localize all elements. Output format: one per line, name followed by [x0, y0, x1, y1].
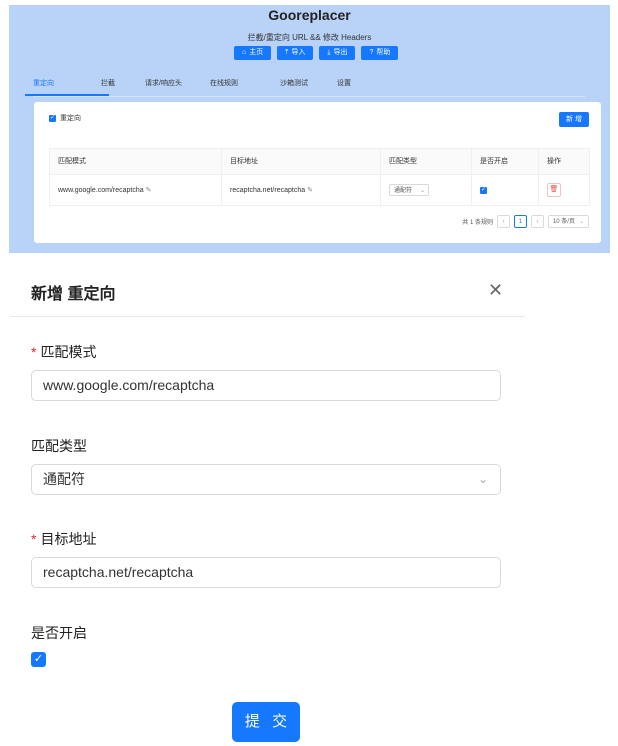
chevron-down-icon: ⌄: [419, 188, 425, 194]
trash-icon: 🗑: [549, 186, 559, 193]
next-page-button[interactable]: ›: [530, 215, 544, 228]
page-size-select[interactable]: 10 条/页 ⌄: [547, 215, 589, 228]
home-icon: ⌂: [242, 49, 247, 56]
app-subtitle: 拦截/重定向 URL && 修改 Headers: [247, 33, 372, 42]
export-button[interactable]: ⤓ 导出: [319, 46, 356, 60]
help-button[interactable]: ? 帮助: [361, 46, 399, 60]
row-target-text: recaptcha.net/recaptcha: [230, 186, 306, 194]
target-label-text: 目标地址: [40, 531, 97, 547]
modal-divider: [10, 316, 525, 317]
export-button-label: 导出: [333, 49, 348, 56]
download-icon: ⤓: [327, 49, 331, 56]
upload-icon: ⤒: [285, 49, 289, 56]
tab-online-rules[interactable]: 在线规则: [210, 78, 280, 96]
chevron-down-icon: ⌄: [477, 472, 488, 486]
target-input[interactable]: recaptcha.net/recaptcha: [31, 557, 501, 588]
table-header: 匹配模式 目标地址 匹配类型 是否开启 操作: [50, 149, 589, 175]
header-pattern: 匹配模式: [50, 149, 222, 174]
pattern-input[interactable]: www.google.com/recaptcha: [31, 370, 501, 401]
edit-icon[interactable]: ✎: [307, 186, 313, 194]
tab-headers[interactable]: 请求/响应头: [145, 78, 210, 96]
nav-buttons: ⌂ 主页 ⤒ 导入 ⤓ 导出 ? 帮助: [234, 46, 399, 60]
rules-card: ✓ 重定向 新 增 匹配模式 目标地址 匹配类型 是否开启 操作 www.goo…: [34, 102, 601, 243]
prev-page-button[interactable]: ‹: [496, 215, 510, 228]
tabs-divider: [33, 96, 585, 97]
enabled-checkbox[interactable]: ✓: [31, 652, 46, 667]
row-match-type-select[interactable]: 通配符 ⌄: [389, 184, 429, 196]
match-type-value: 通配符: [43, 471, 85, 487]
import-button-label: 导入: [291, 49, 306, 56]
app-title: Gooreplacer: [268, 7, 351, 23]
header-match-type: 匹配类型: [381, 149, 472, 174]
pattern-label-text: 匹配模式: [40, 344, 97, 360]
row-pattern[interactable]: www.google.com/recaptcha ✎: [50, 175, 222, 205]
row-match-type-value: 通配符: [394, 188, 413, 194]
chevron-left-icon: ‹: [502, 219, 505, 225]
home-button[interactable]: ⌂ 主页: [234, 46, 272, 60]
required-mark: *: [31, 531, 37, 547]
row-match-type: 通配符 ⌄: [381, 175, 472, 205]
row-target[interactable]: recaptcha.net/recaptcha ✎: [222, 175, 381, 205]
tab-settings[interactable]: 设置: [337, 78, 377, 96]
enable-redirect-label: 重定向: [60, 115, 81, 122]
header-enabled: 是否开启: [472, 149, 539, 174]
home-button-label: 主页: [249, 49, 264, 56]
page-size-value: 10 条/页: [552, 219, 575, 225]
row-actions: 🗑: [539, 175, 589, 205]
table-row: www.google.com/recaptcha ✎ recaptcha.net…: [50, 175, 589, 205]
help-button-label: 帮助: [376, 49, 391, 56]
close-icon[interactable]: ✕: [488, 280, 503, 300]
total-count: 共 1 条规则: [462, 220, 493, 226]
edit-icon[interactable]: ✎: [146, 186, 152, 194]
row-enabled-checkbox[interactable]: ✓: [480, 186, 487, 194]
pattern-label: * 匹配模式: [31, 342, 96, 362]
target-label: * 目标地址: [31, 529, 96, 549]
row-pattern-text: www.google.com/recaptcha: [58, 186, 144, 194]
required-mark: *: [31, 344, 37, 360]
add-rule-button[interactable]: 新 增: [559, 112, 589, 127]
chevron-right-icon: ›: [536, 219, 539, 225]
enabled-label: 是否开启: [31, 625, 87, 641]
row-enabled: ✓: [472, 175, 539, 205]
page-1-button[interactable]: 1: [513, 215, 527, 228]
header-target: 目标地址: [222, 149, 381, 174]
app-screenshot: Gooreplacer 拦截/重定向 URL && 修改 Headers ⌂ 主…: [9, 5, 610, 253]
check-icon: ✓: [33, 653, 44, 665]
delete-button[interactable]: 🗑: [547, 183, 561, 197]
modal-title: 新增 重定向: [31, 286, 116, 303]
tab-block[interactable]: 拦截: [101, 78, 145, 96]
match-type-label: 匹配类型: [31, 438, 87, 454]
submit-button[interactable]: 提 交: [232, 702, 300, 742]
tab-redirect[interactable]: 重定向: [25, 78, 109, 96]
chevron-down-icon: ⌄: [578, 219, 584, 225]
tab-bar: 重定向 拦截 请求/响应头 在线规则 沙箱测试 设置: [25, 78, 377, 96]
enable-redirect-row: ✓ 重定向: [49, 113, 81, 123]
question-icon: ?: [369, 49, 374, 56]
match-type-select[interactable]: 通配符 ⌄: [31, 464, 501, 495]
rules-table: 匹配模式 目标地址 匹配类型 是否开启 操作 www.google.com/re…: [49, 148, 590, 206]
header-actions: 操作: [547, 158, 561, 165]
import-button[interactable]: ⤒ 导入: [277, 46, 314, 60]
tab-sandbox[interactable]: 沙箱测试: [280, 78, 337, 96]
pagination: 共 1 条规则 ‹ 1 › 10 条/页 ⌄: [462, 215, 589, 228]
enable-redirect-checkbox[interactable]: ✓: [49, 114, 56, 122]
